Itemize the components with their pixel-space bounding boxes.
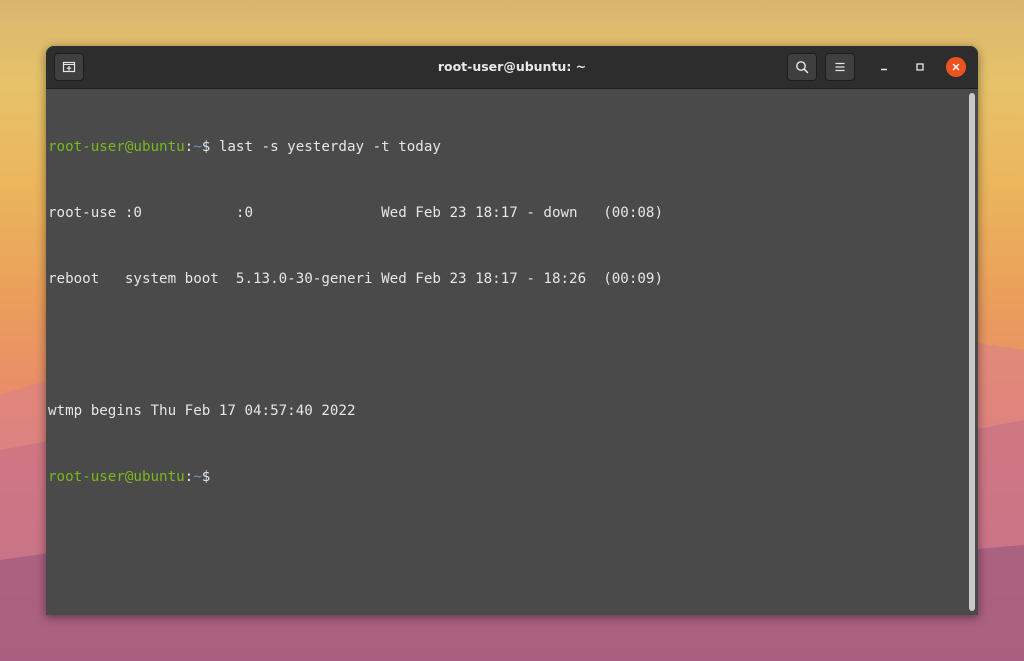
hamburger-menu-icon [835, 62, 845, 72]
prompt-symbol: $ [201, 469, 211, 485]
terminal-window: root-user@ubuntu: ~ root-user@ubuntu:~$ … [46, 46, 978, 615]
prompt-colon: : [184, 139, 194, 155]
search-button[interactable] [787, 53, 817, 81]
output-line: root-use :0 :0 Wed Feb 23 18:17 - down (… [48, 205, 663, 221]
prompt-path: ~ [193, 139, 202, 155]
output-line: reboot system boot 5.13.0-30-generi Wed … [48, 271, 663, 287]
maximize-icon [916, 63, 924, 71]
new-tab-button[interactable] [54, 53, 84, 81]
close-button[interactable] [946, 57, 966, 77]
prompt-user-host: root-user@ubuntu [48, 139, 185, 155]
command-text: last -s yesterday -t today [210, 139, 441, 155]
minimize-icon [881, 68, 887, 71]
current-prompt-line: root-user@ubuntu:~$ [48, 466, 966, 488]
prompt-path: ~ [193, 469, 202, 485]
search-icon [796, 61, 809, 74]
prompt-user-host: root-user@ubuntu [48, 469, 185, 485]
terminal-output-area[interactable]: root-user@ubuntu:~$ last -s yesterday -t… [46, 89, 966, 615]
command-line: root-user@ubuntu:~$ last -s yesterday -t… [48, 136, 966, 158]
new-tab-icon [62, 61, 76, 73]
maximize-button[interactable] [910, 57, 930, 77]
close-icon [952, 63, 960, 71]
vertical-scrollbar[interactable] [969, 93, 975, 611]
title-bar[interactable]: root-user@ubuntu: ~ [46, 46, 978, 89]
prompt-colon: : [184, 469, 194, 485]
minimize-button[interactable] [874, 57, 894, 77]
output-line: wtmp begins Thu Feb 17 04:57:40 2022 [48, 403, 356, 419]
menu-button[interactable] [825, 53, 855, 81]
